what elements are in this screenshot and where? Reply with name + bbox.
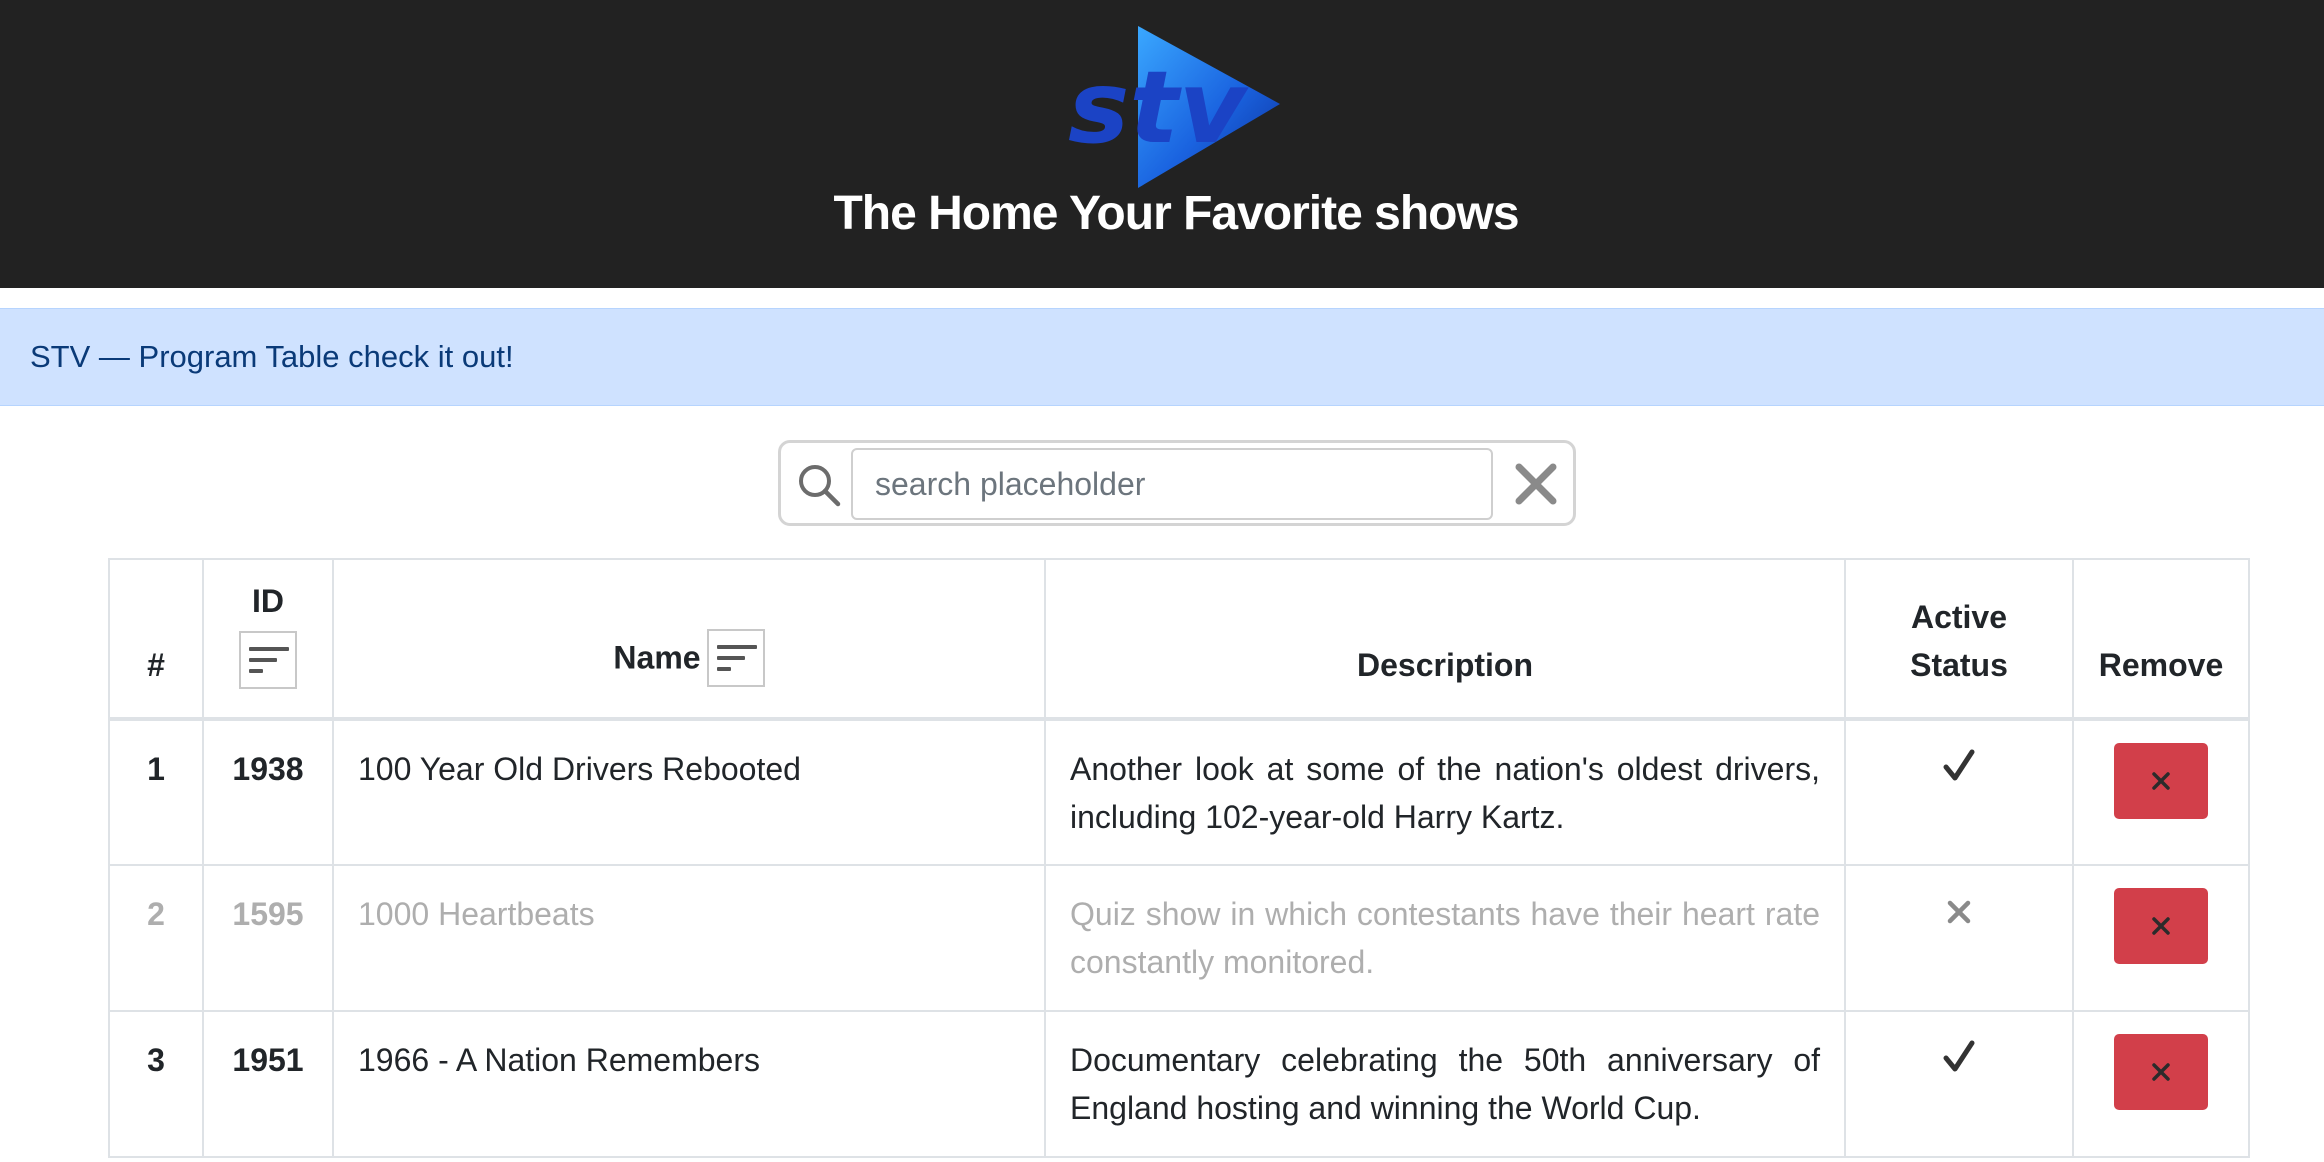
row-status <box>1844 718 2074 866</box>
row-number: 1 <box>108 718 204 866</box>
remove-button[interactable] <box>2114 743 2208 819</box>
row-description: Quiz show in which contestants have thei… <box>1044 864 1846 1012</box>
table-row: 1 1938 100 Year Old Drivers Rebooted Ano… <box>108 718 2250 866</box>
table-row: 3 1951 1966 - A Nation Remembers Documen… <box>108 1010 2250 1158</box>
svg-text:stv: stv <box>1068 49 1249 166</box>
table-row: 2 1595 1000 Heartbeats Quiz show in whic… <box>108 864 2250 1012</box>
row-name: 100 Year Old Drivers Rebooted <box>332 718 1046 866</box>
row-number: 2 <box>108 864 204 1012</box>
remove-button[interactable] <box>2114 888 2208 964</box>
column-label-status-line1: Active <box>1910 599 2008 635</box>
sort-icon[interactable] <box>706 629 765 687</box>
stv-logo: stv <box>1068 26 1280 188</box>
table-header-row: # ID Name Description Active Status Remo… <box>108 558 2250 721</box>
column-header-id: ID <box>202 558 334 721</box>
column-header-num: # <box>108 558 204 721</box>
x-icon <box>1947 900 1971 924</box>
column-label-name: Name <box>613 639 701 676</box>
column-label-id: ID <box>252 583 284 619</box>
row-remove <box>2072 864 2250 1012</box>
close-icon <box>2152 1063 2170 1081</box>
close-icon <box>2152 917 2170 935</box>
search-input[interactable] <box>851 448 1493 520</box>
column-label-remove: Remove <box>2098 647 2224 683</box>
column-label-status-line2: Status <box>1910 647 2008 683</box>
alert-text: STV — Program Table check it out! <box>30 339 514 374</box>
site-header: stv The Home Your Favorite shows <box>0 0 2324 288</box>
search-icon <box>799 465 841 507</box>
close-icon[interactable] <box>1513 461 1559 507</box>
column-header-description: Description <box>1044 558 1846 721</box>
row-description: Another look at some of the nation's old… <box>1044 718 1846 866</box>
column-header-name: Name <box>332 558 1046 721</box>
column-label-description: Description <box>1356 647 1534 683</box>
check-icon <box>1943 1040 1975 1072</box>
check-icon <box>1943 749 1975 781</box>
row-remove <box>2072 1010 2250 1158</box>
row-id: 1951 <box>202 1010 334 1158</box>
remove-button[interactable] <box>2114 1034 2208 1110</box>
row-id: 1595 <box>202 864 334 1012</box>
search-bar <box>778 440 1576 526</box>
close-icon <box>2152 772 2170 790</box>
row-remove <box>2072 718 2250 866</box>
row-status <box>1844 864 2074 1012</box>
column-label-num: # <box>147 647 165 683</box>
row-name: 1000 Heartbeats <box>332 864 1046 1012</box>
row-number: 3 <box>108 1010 204 1158</box>
sort-icon[interactable] <box>239 631 297 689</box>
column-header-status: Active Status <box>1844 558 2074 721</box>
row-status <box>1844 1010 2074 1158</box>
info-alert: STV — Program Table check it out! <box>0 308 2324 406</box>
column-header-remove: Remove <box>2072 558 2250 721</box>
site-title: The Home Your Favorite shows <box>833 187 1519 240</box>
program-table: # ID Name Description Active Status Remo… <box>108 558 2250 1158</box>
row-name: 1966 - A Nation Remembers <box>332 1010 1046 1158</box>
row-description: Documentary celebrating the 50th anniver… <box>1044 1010 1846 1158</box>
row-id: 1938 <box>202 718 334 866</box>
